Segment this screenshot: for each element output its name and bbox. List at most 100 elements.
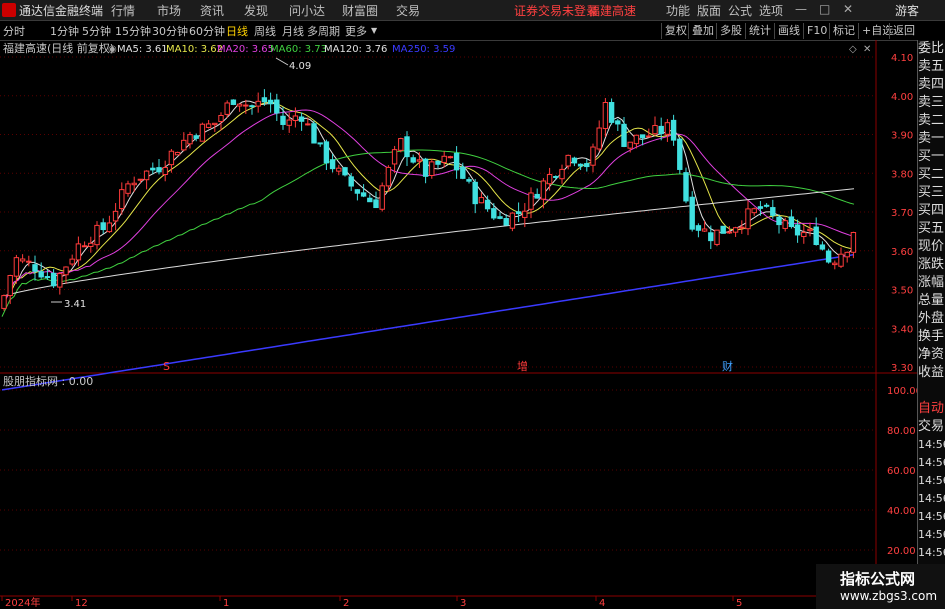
btn-mark[interactable]: 标记 <box>829 23 858 39</box>
sidebar-row: 买四 <box>918 203 945 218</box>
candle-body <box>255 100 261 107</box>
menu-wenxiaoda[interactable]: 问小达 <box>289 2 325 19</box>
candle-body <box>112 210 119 222</box>
candle-body <box>69 258 75 265</box>
login-status[interactable]: 证券交易未登录 <box>514 2 598 19</box>
candle-body <box>143 170 150 181</box>
candle-body <box>441 155 447 163</box>
close-icon[interactable]: ✕ <box>843 2 853 16</box>
tab-multi-period[interactable]: 多周期 <box>307 23 340 39</box>
tab-30min[interactable]: 30分钟 <box>152 23 188 39</box>
menu-options[interactable]: 选项 <box>759 2 783 19</box>
candle-body <box>546 174 553 185</box>
minimize-icon[interactable]: — <box>795 2 807 16</box>
more-chevron-icon[interactable]: ▼ <box>371 26 377 35</box>
watermark-title: 指标公式网 <box>840 570 916 588</box>
event-mark-cai[interactable]: 财 <box>722 359 733 373</box>
ma-legend-label: MA10: 3.62 <box>166 44 223 55</box>
btn-stats[interactable]: 统计 <box>745 23 774 39</box>
price-axis-label: 3.30 <box>891 363 913 374</box>
sidebar-row: 涨跌 <box>918 257 945 272</box>
candle-body <box>311 123 317 144</box>
candle-body <box>621 123 627 147</box>
tab-daily[interactable]: 日线 <box>226 23 248 39</box>
candle-body <box>571 157 578 164</box>
price-axis-label: 3.50 <box>891 286 913 297</box>
sidebar-row: 卖二 <box>918 113 945 128</box>
ma-legend-label: MA120: 3.76 <box>324 44 387 55</box>
menu-market[interactable]: 市场 <box>157 2 181 19</box>
candle-body <box>689 196 695 230</box>
sidebar-row: 卖五 <box>918 59 945 74</box>
chart-settings-icon[interactable]: ◇ <box>849 44 857 55</box>
candle-body <box>633 134 640 145</box>
candle-body <box>565 154 571 167</box>
sidebar-row: 14:56 <box>918 492 945 505</box>
menu-trade[interactable]: 交易 <box>396 2 420 19</box>
restore-icon[interactable]: □ <box>819 2 830 16</box>
tab-weekly[interactable]: 周线 <box>254 23 276 39</box>
candle-body <box>404 136 410 158</box>
candle-body <box>720 225 726 234</box>
menu-function[interactable]: 功能 <box>666 2 690 19</box>
ma-settings-icon[interactable]: ◉ <box>108 44 117 55</box>
candle-body <box>50 272 57 287</box>
sidebar-row: 委比 <box>918 41 945 56</box>
candle-body <box>739 226 745 229</box>
menu-news[interactable]: 资讯 <box>200 2 224 19</box>
sidebar-row: 买二 <box>918 167 945 182</box>
candle-body <box>503 218 509 226</box>
candle-body <box>677 138 683 170</box>
guest-label[interactable]: 游客 <box>895 2 919 19</box>
date-axis-label: 2024年 <box>5 596 40 609</box>
candle-body <box>329 159 336 170</box>
candle-body <box>509 212 516 229</box>
menu-wealth[interactable]: 财富圈 <box>342 2 378 19</box>
btn-back[interactable]: 返回 <box>889 23 918 39</box>
candle-body <box>577 163 584 167</box>
btn-draw[interactable]: 画线 <box>774 23 803 39</box>
sidebar-row: 总量 <box>918 293 945 308</box>
date-axis-label: 2 <box>343 598 349 609</box>
candle-body <box>354 189 361 194</box>
btn-overlay[interactable]: 叠加 <box>688 23 717 39</box>
candle-body <box>243 104 249 107</box>
candle-body <box>782 220 788 229</box>
menu-discover[interactable]: 发现 <box>244 2 268 19</box>
candle-body <box>373 199 379 209</box>
btn-fuquan[interactable]: 复权 <box>661 23 690 39</box>
candle-body <box>528 192 534 210</box>
candle-body <box>590 146 596 166</box>
tab-fenshi[interactable]: 分时 <box>3 23 25 39</box>
tab-15min[interactable]: 15分钟 <box>115 23 151 39</box>
menu-layout[interactable]: 版面 <box>697 2 721 19</box>
candle-body <box>410 157 416 163</box>
tab-1min[interactable]: 1分钟 <box>50 23 79 39</box>
tab-60min[interactable]: 60分钟 <box>189 23 225 39</box>
indicator-title[interactable]: 股朋指标网 : 0.00 <box>3 374 93 388</box>
candle-body <box>342 167 348 176</box>
event-mark-s[interactable]: S <box>163 360 170 373</box>
candle-body <box>106 222 113 233</box>
sidebar-row: 14:56 <box>918 546 945 559</box>
candle-body <box>559 168 565 180</box>
candle-body <box>726 231 733 234</box>
candle-body <box>435 160 441 165</box>
candle-body <box>732 227 739 233</box>
tab-more[interactable]: 更多 <box>345 23 367 39</box>
candle-body <box>398 138 404 151</box>
btn-multistock[interactable]: 多股 <box>716 23 745 39</box>
high-price-marker: 4.09 <box>289 61 311 72</box>
candle-body <box>701 228 708 232</box>
tab-5min[interactable]: 5分钟 <box>82 23 111 39</box>
kline-chart[interactable]: 4.10 4.00 3.90 3.80 3.70 3.60 3.50 3.40 3.30 100.… <box>0 40 917 609</box>
menu-formula[interactable]: 公式 <box>728 2 752 19</box>
menu-hq[interactable]: 行情 <box>111 2 135 19</box>
chart-close-icon[interactable]: ✕ <box>863 44 871 55</box>
date-axis-label: 4 <box>599 598 605 609</box>
btn-f10[interactable]: F10 <box>803 23 830 39</box>
candle-body <box>602 101 609 130</box>
event-mark-zeng[interactable]: 增 <box>517 359 528 373</box>
candle-body <box>286 119 292 126</box>
tab-monthly[interactable]: 月线 <box>282 23 304 39</box>
